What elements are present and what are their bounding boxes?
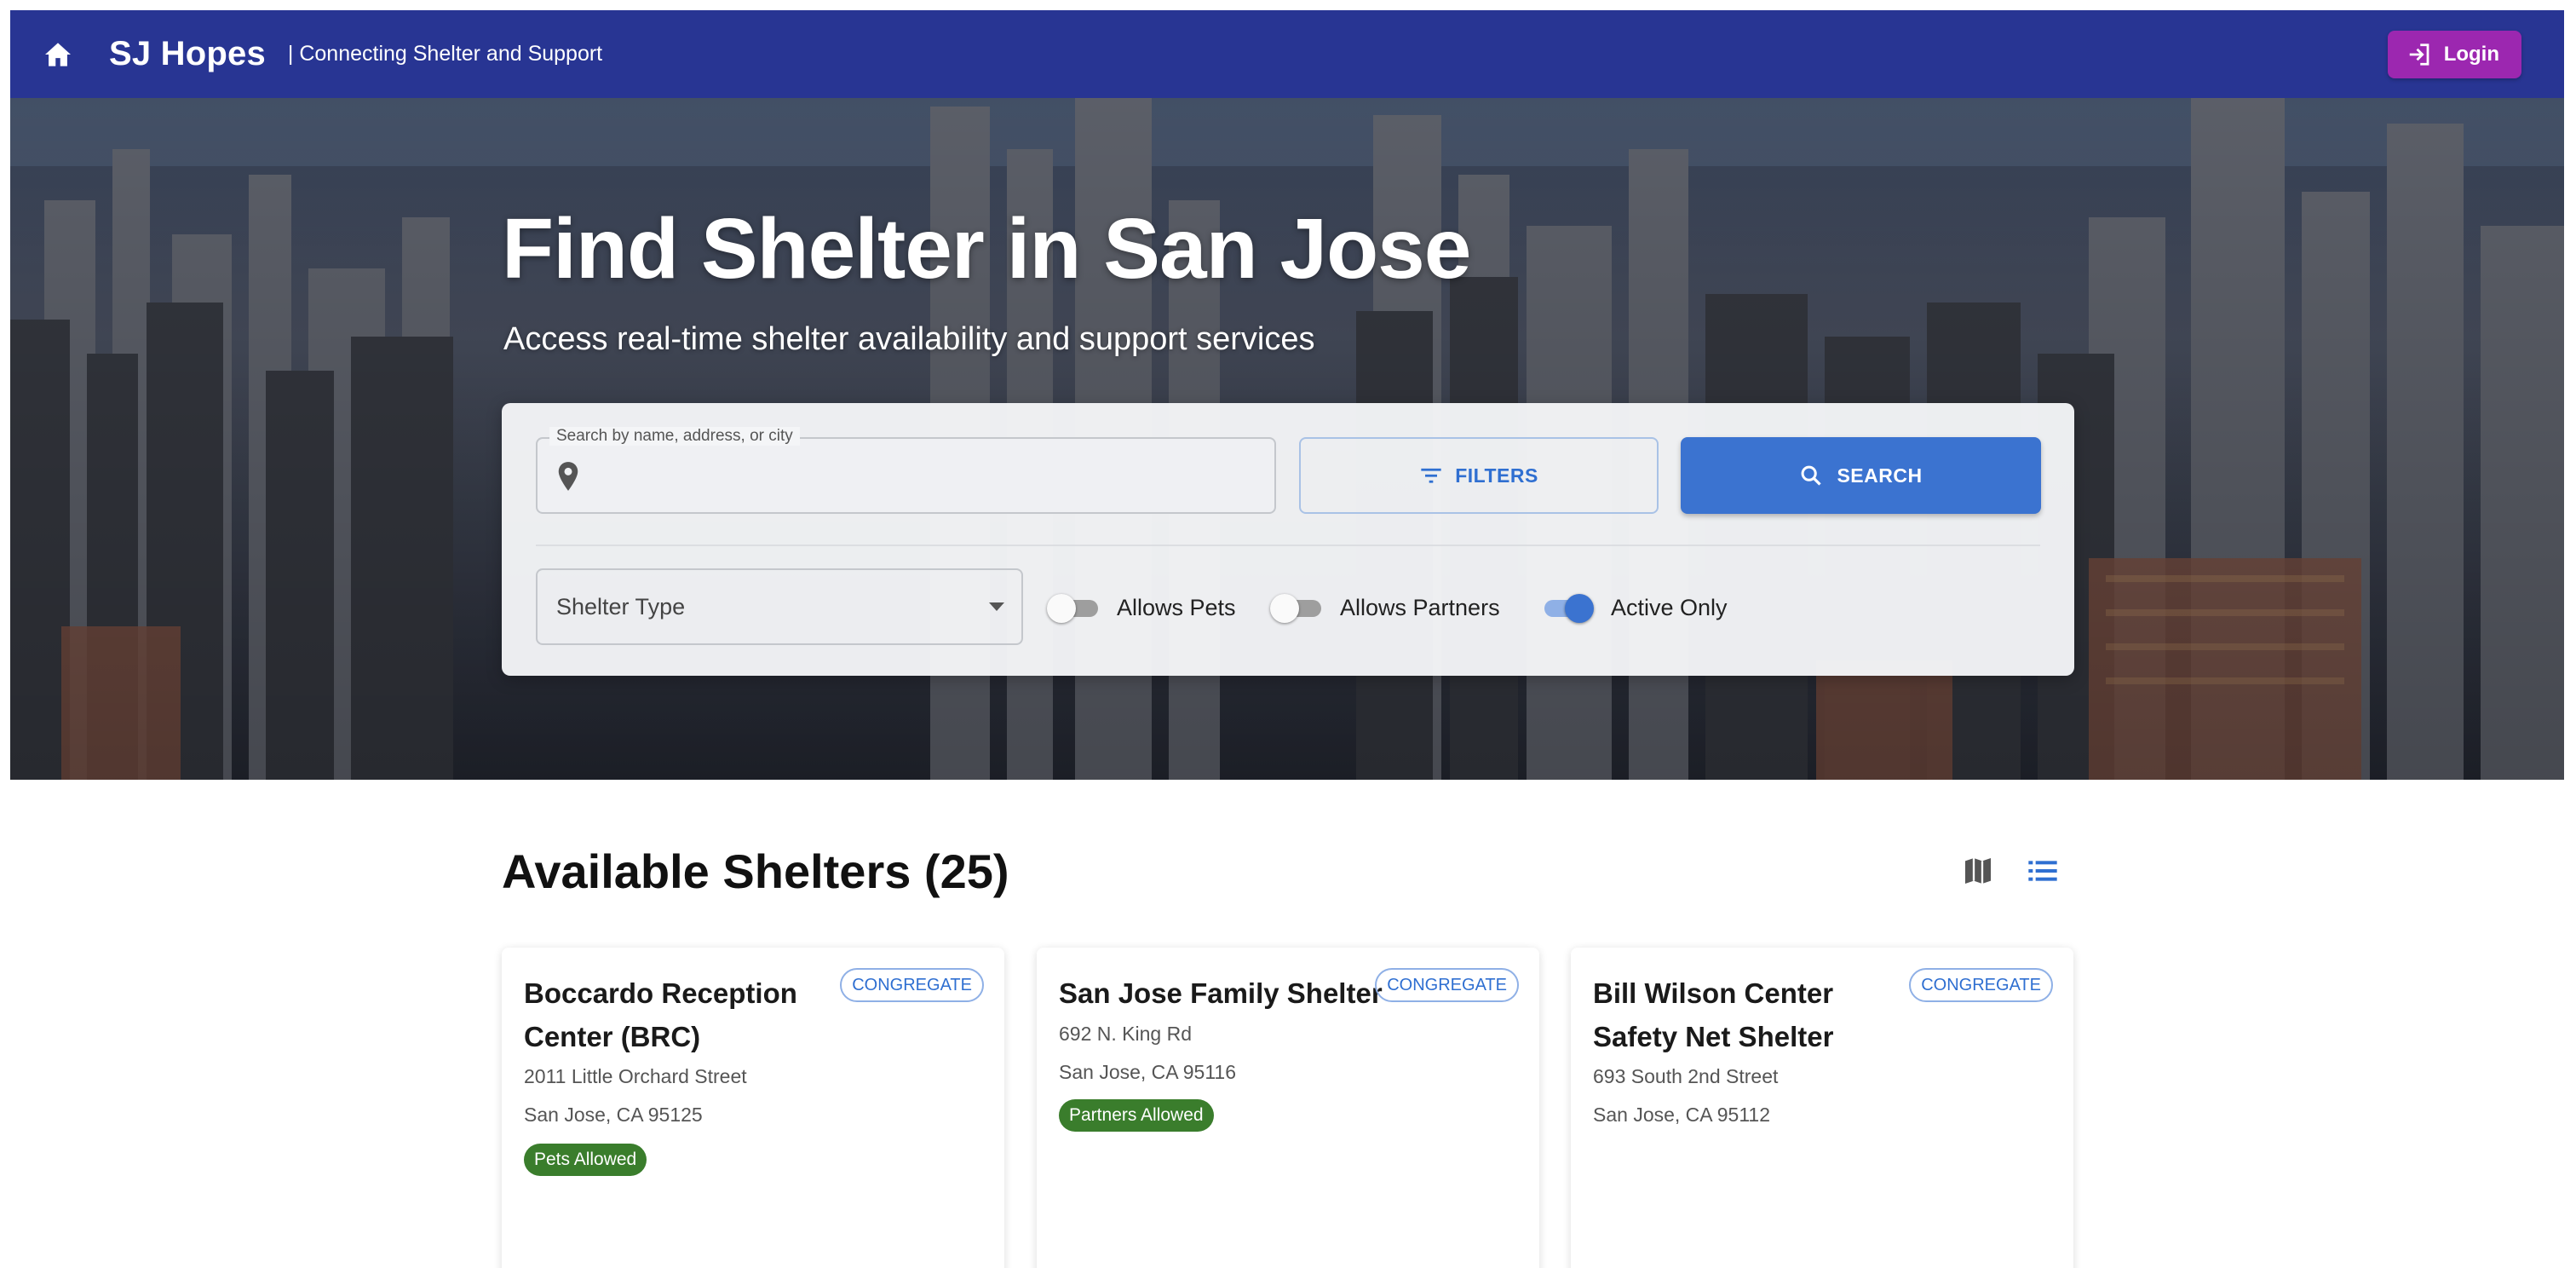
hero-subtitle: Access real-time shelter availability an… [503,321,1315,357]
search-icon [1802,465,1822,486]
allows-pets-switch[interactable] [1047,592,1100,623]
toggle-allows-pets[interactable]: Allows Pets [1047,582,1236,633]
allows-pets-label: Allows Pets [1117,594,1236,620]
app-window: SJ Hopes | Connecting Shelter and Suppor… [10,10,2564,1268]
chevron-down-icon [989,602,1004,611]
shelter-name[interactable]: Boccardo Reception Center (BRC) [524,971,848,1058]
active-only-switch[interactable] [1541,592,1594,623]
hero-title: Find Shelter in San Jose [502,201,1471,297]
brand-tagline: | Connecting Shelter and Support [287,42,603,66]
allows-partners-label: Allows Partners [1340,594,1500,620]
shelter-type-chip: CONGREGATE [1375,968,1519,1002]
shelter-type-placeholder: Shelter Type [556,593,686,620]
map-icon [1965,858,1991,884]
search-divider [536,545,2040,546]
partners-allowed-badge: Partners Allowed [1059,1099,1214,1132]
shelter-type-chip: CONGREGATE [840,968,984,1002]
list-icon [2028,861,2057,881]
filters-label: FILTERS [1455,464,1538,487]
shelter-address-line2: San Jose, CA 95112 [1593,1104,1770,1126]
shelter-type-select[interactable]: Shelter Type [536,568,1023,645]
search-input[interactable]: Search by name, address, or city [536,427,1276,514]
home-button[interactable] [36,32,80,77]
shelter-card[interactable]: Bill Wilson Center Safety Net Shelter CO… [1571,948,2073,1268]
search-panel: Search by name, address, or city FILTERS [502,403,2074,676]
filter-icon [1421,468,1441,483]
brand-title[interactable]: SJ Hopes [109,35,266,73]
shelter-address-line1: 693 South 2nd Street [1593,1065,1779,1087]
home-icon [45,42,71,66]
shelter-card[interactable]: Boccardo Reception Center (BRC) CONGREGA… [502,948,1004,1268]
login-button[interactable]: Login [2387,31,2521,78]
search-button[interactable]: SEARCH [1681,437,2041,514]
shelter-address-line2: San Jose, CA 95125 [524,1104,703,1126]
list-view-button[interactable] [2026,854,2060,888]
location-pin-icon [558,462,578,491]
allows-partners-switch[interactable] [1270,592,1323,623]
map-view-button[interactable] [1961,854,1995,888]
shelter-address-line2: San Jose, CA 95116 [1059,1061,1236,1083]
results-title: Available Shelters (25) [502,844,1009,898]
shelter-name[interactable]: Bill Wilson Center Safety Net Shelter [1593,971,1917,1058]
login-label: Login [2443,43,2499,66]
filters-button[interactable]: FILTERS [1299,437,1659,514]
shelter-address-line1: 2011 Little Orchard Street [524,1065,747,1087]
search-input-label: Search by name, address, or city [549,427,800,446]
hero-section: Find Shelter in San Jose Access real-tim… [10,98,2564,780]
shelter-name[interactable]: San Jose Family Shelter [1059,971,1400,1015]
toggle-allows-partners[interactable]: Allows Partners [1270,582,1500,633]
pets-allowed-badge: Pets Allowed [524,1144,647,1176]
login-icon [2409,43,2429,66]
app-bar: SJ Hopes | Connecting Shelter and Suppor… [10,10,2564,98]
active-only-label: Active Only [1611,594,1728,620]
toggle-active-only[interactable]: Active Only [1541,582,1728,633]
shelter-card[interactable]: San Jose Family Shelter CONGREGATE 692 N… [1037,948,1539,1268]
shelter-type-chip: CONGREGATE [1909,968,2053,1002]
search-label: SEARCH [1837,464,1923,487]
shelter-address-line1: 692 N. King Rd [1059,1023,1192,1045]
